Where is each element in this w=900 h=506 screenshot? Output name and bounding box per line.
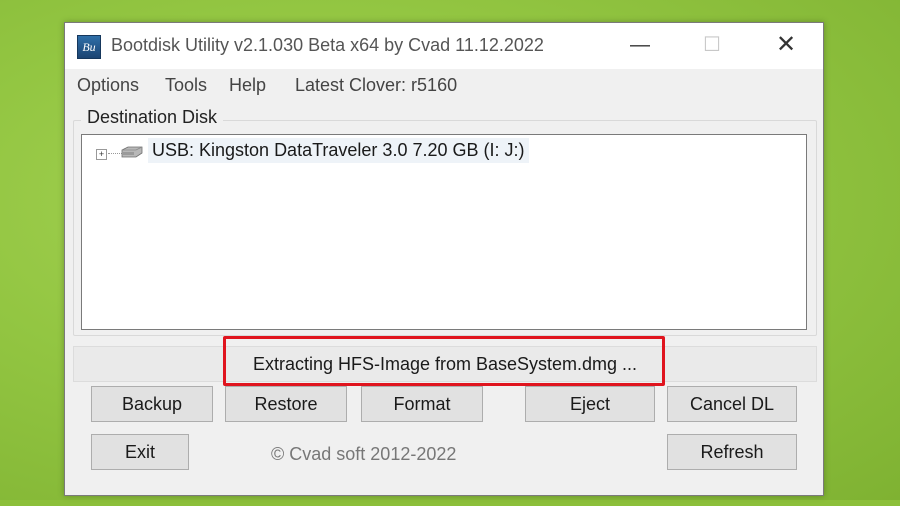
usb-drive-icon [121,146,143,158]
status-highlight-box [223,336,665,386]
format-button[interactable]: Format [361,386,483,422]
destination-disk-label: Destination Disk [81,107,224,128]
eject-button[interactable]: Eject [525,386,655,422]
disk-tree[interactable]: + USB: Kingston DataTraveler 3.0 7.20 GB… [81,134,807,330]
menu-help[interactable]: Help [229,75,266,96]
menu-options[interactable]: Options [77,75,139,96]
title-bar[interactable]: Bu Bootdisk Utility v2.1.030 Beta x64 by… [65,23,823,69]
exit-button[interactable]: Exit [91,434,189,470]
expand-icon[interactable]: + [96,149,107,160]
menu-tools[interactable]: Tools [165,75,207,96]
cancel-dl-button[interactable]: Cancel DL [667,386,797,422]
refresh-button[interactable]: Refresh [667,434,797,470]
maximize-button[interactable]: ☐ [685,23,739,69]
minimize-button[interactable]: — [613,23,667,69]
window-title: Bootdisk Utility v2.1.030 Beta x64 by Cv… [111,35,544,55]
close-button[interactable]: ✕ [759,23,813,69]
backup-button[interactable]: Backup [91,386,213,422]
restore-button[interactable]: Restore [225,386,347,422]
menu-bar: Options Tools Help Latest Clover: r5160 [65,69,823,101]
app-icon: Bu [77,35,101,59]
disk-item-kingston[interactable]: USB: Kingston DataTraveler 3.0 7.20 GB (… [148,138,529,163]
bootdisk-utility-window: Bu Bootdisk Utility v2.1.030 Beta x64 by… [64,22,824,496]
copyright-text: © Cvad soft 2012-2022 [271,444,457,464]
latest-clover-info[interactable]: Latest Clover: r5160 [295,75,457,96]
